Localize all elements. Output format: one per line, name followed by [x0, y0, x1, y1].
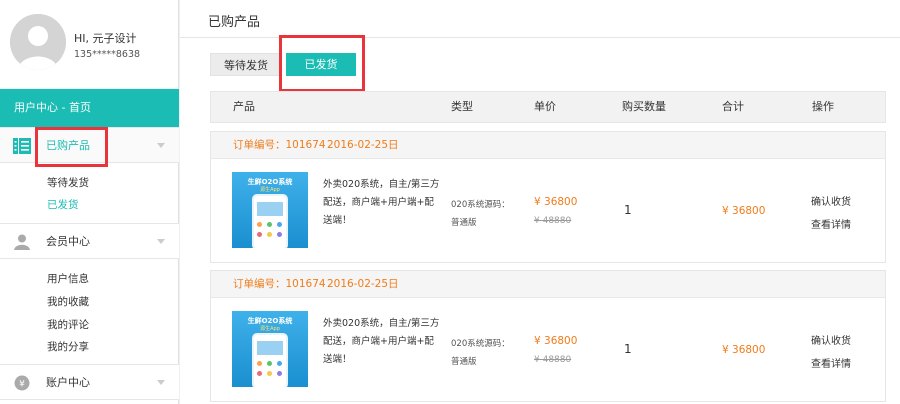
confirm-receipt-link[interactable]: 确认收货 [811, 193, 851, 208]
product-image[interactable]: 生鲜O2O系统 源生App [232, 311, 308, 387]
phone-graphic [252, 333, 288, 387]
chevron-down-icon [157, 143, 165, 148]
chevron-down-icon [157, 380, 165, 385]
user-profile: HI, 元子设计 135*****8638 [0, 0, 178, 89]
product-image[interactable]: 生鲜O2O系统 源生App [232, 172, 308, 248]
svg-text:¥: ¥ [19, 380, 25, 390]
account-icon: ¥ [13, 375, 31, 391]
order-header: 订单编号：101674 2016-02-25日 [211, 132, 885, 159]
product-name-link[interactable]: 外卖020系统，自主/第三方配送，商户端+用户端+配送端！ [323, 176, 443, 230]
column-product: 产品 [233, 100, 255, 113]
sidebar-item-member-center[interactable]: 会员中心 [0, 223, 179, 259]
column-total: 合计 [722, 100, 744, 113]
unit-price: ¥ 36800 [534, 196, 578, 208]
product-type: 020系统源码： 普通版 [451, 335, 531, 371]
product-type-line: 020系统源码： [451, 200, 510, 210]
quantity: 1 [624, 342, 632, 356]
confirm-receipt-link[interactable]: 确认收货 [811, 332, 851, 347]
sidebar-item-account-center[interactable]: ¥ 账户中心 [0, 364, 179, 400]
product-image-subtitle: 源生App [260, 187, 280, 193]
avatar-icon[interactable] [10, 14, 66, 70]
order-date: 2016-02-25日 [327, 139, 399, 151]
order-number: 订单编号：101674 [233, 139, 326, 151]
product-type-line: 020系统源码： [451, 339, 510, 349]
product-edition: 普通版 [451, 357, 477, 367]
order-date: 2016-02-25日 [327, 278, 399, 290]
column-type: 类型 [451, 100, 473, 113]
table-header: 产品 类型 单价 购买数量 合计 操作 [210, 91, 886, 123]
sidebar-item-label: 会员中心 [46, 235, 90, 248]
order-number: 订单编号：101674 [233, 278, 326, 290]
order-header: 订单编号：101674 2016-02-25日 [211, 271, 885, 298]
sidebar-subitem-waiting[interactable]: 等待发货 [47, 175, 89, 190]
column-quantity: 购买数量 [622, 100, 666, 113]
quantity: 1 [624, 203, 632, 217]
total-price: ¥ 36800 [722, 344, 766, 356]
view-details-link[interactable]: 查看详情 [811, 355, 851, 370]
unit-price: ¥ 36800 [534, 335, 578, 347]
user-center-home-link[interactable]: 用户中心 - 首页 [0, 89, 179, 127]
sidebar-subitem-shares[interactable]: 我的分享 [47, 339, 89, 354]
sidebar-subitem-comments[interactable]: 我的评论 [47, 317, 89, 332]
page-title: 已购产品 [208, 15, 261, 30]
product-edition: 普通版 [451, 218, 477, 228]
sidebar-subitem-shipped[interactable]: 已发货 [47, 197, 79, 212]
product-image-subtitle: 源生App [260, 326, 280, 332]
chevron-down-icon [157, 239, 165, 244]
original-price: ¥ 48880 [534, 355, 572, 365]
view-details-link[interactable]: 查看详情 [811, 216, 851, 231]
product-name-link[interactable]: 外卖020系统，自主/第三方配送，商户端+用户端+配送端！ [323, 315, 443, 369]
member-icon [13, 234, 31, 250]
sidebar-subitem-user-info[interactable]: 用户信息 [47, 271, 89, 286]
sidebar-item-label: 账户中心 [46, 376, 90, 389]
user-greeting: HI, 元子设计 [74, 32, 137, 45]
column-actions: 操作 [812, 100, 834, 113]
total-price: ¥ 36800 [722, 205, 766, 217]
order-card: 订单编号：101674 2016-02-25日 生鲜O2O系统 源生App 外卖… [210, 270, 886, 402]
product-list-icon [13, 138, 31, 154]
highlight-box [279, 35, 365, 92]
phone-graphic [252, 194, 288, 248]
main-content: 已购产品 等待发货 已发货 产品 类型 单价 购买数量 合计 操作 订单编号：1… [180, 0, 900, 404]
sidebar-subitem-favorites[interactable]: 我的收藏 [47, 294, 89, 309]
sidebar: HI, 元子设计 135*****8638 用户中心 - 首页 已购产品 等待发… [0, 0, 179, 404]
order-card: 订单编号：101674 2016-02-25日 生鲜O2O系统 源生App 外卖… [210, 131, 886, 263]
tab-waiting[interactable]: 等待发货 [210, 53, 282, 76]
original-price: ¥ 48880 [534, 216, 572, 226]
user-phone: 135*****8638 [74, 49, 141, 60]
highlight-box [35, 127, 108, 167]
column-unit-price: 单价 [534, 100, 556, 113]
product-type: 020系统源码： 普通版 [451, 196, 531, 232]
